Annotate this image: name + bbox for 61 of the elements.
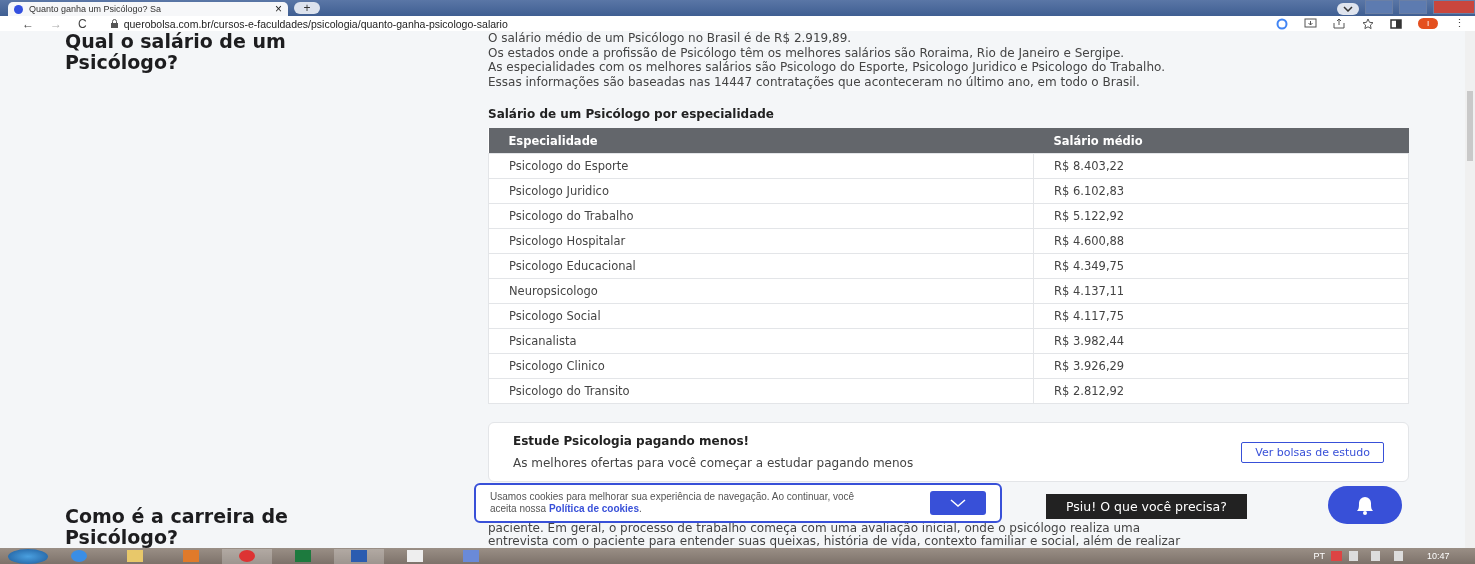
star-icon[interactable]: [1362, 17, 1374, 30]
new-tab-button[interactable]: +: [294, 2, 320, 14]
column-header: Especialidade: [488, 128, 1034, 154]
reload-button[interactable]: C: [78, 16, 87, 31]
accept-cookies-button[interactable]: [930, 491, 986, 515]
scholarships-button[interactable]: Ver bolsas de estudo: [1241, 441, 1384, 463]
table-cell: Psicologo Hospitalar: [488, 228, 1034, 254]
check-icon: [950, 499, 966, 507]
table-cell: R$ 3.982,44: [1033, 328, 1409, 354]
share-icon[interactable]: [1333, 18, 1346, 29]
column-header: Salário médio: [1033, 128, 1409, 154]
section-heading: Qual o salário de um Psicólogo?: [65, 31, 287, 75]
table-cell: Psicologo do Trabalho: [488, 203, 1034, 229]
table-cell: R$ 2.812,92: [1033, 378, 1409, 404]
section-heading: Como é a carreira de Psicólogo?: [65, 506, 289, 548]
table-cell: R$ 4.137,11: [1033, 278, 1409, 304]
table-cell: R$ 6.102,83: [1033, 178, 1409, 204]
site-favicon-icon: [14, 4, 23, 14]
paragraph-line: As especialidades com os melhores salários são Psicologo do Esporte, Psicologo Juridico e Psicologo do Trabalho.: [488, 60, 1166, 75]
start-button[interactable]: [8, 548, 48, 564]
scrollbar[interactable]: [1465, 31, 1475, 548]
paragraph-line: paciente. Em geral, o processo de trabalho começa com uma avaliação inicial, onde o psicólogo realiza uma: [488, 522, 1141, 535]
tab-title: Quanto ganha um Psicólogo? Sa: [29, 4, 163, 14]
table-cell: R$ 4.117,75: [1033, 303, 1409, 329]
table-cell: Psicologo Social: [488, 303, 1034, 329]
table-cell: R$ 4.349,75: [1033, 253, 1409, 279]
menu-button[interactable]: ⋮: [1454, 17, 1465, 30]
table-cell: Psicologo Clinico: [488, 353, 1034, 379]
promo-text: As melhores ofertas para você começar a estudar pagando menos: [513, 456, 914, 470]
help-button[interactable]: [1328, 486, 1402, 524]
table-cell: Psicologo do Esporte: [488, 153, 1034, 179]
browser-tab[interactable]: Quanto ganha um Psicólogo? Sa ×: [8, 2, 288, 16]
tab-search-button[interactable]: [1337, 3, 1359, 15]
paragraph-line: entrevista com o paciente para entender suas queixas, história de vida, contexto familiar e social, além de realizar: [488, 535, 1182, 548]
install-icon[interactable]: [1304, 18, 1317, 29]
side-panel-icon[interactable]: [1390, 18, 1402, 29]
help-tooltip: Psiu! O que você precisa?: [1046, 494, 1247, 519]
table-cell: R$ 5.122,92: [1033, 203, 1409, 229]
table-cell: Psicologo Juridico: [488, 178, 1034, 204]
table-cell: R$ 3.926,29: [1033, 353, 1409, 379]
back-button[interactable]: ←: [22, 16, 34, 31]
table-title: Salário de um Psicólogo por especialidade: [488, 107, 775, 121]
profile-avatar[interactable]: I: [1418, 18, 1438, 29]
clock[interactable]: 10:47: [1427, 551, 1467, 561]
chevron-down-icon: [1343, 6, 1353, 12]
paragraph-line: Essas informações são baseadas nas 14447 contratações que aconteceram no último ano, em todo o Brasil.: [488, 74, 1141, 89]
table-cell: Psicologo do Transito: [488, 378, 1034, 404]
table-cell: R$ 8.403,22: [1033, 153, 1409, 179]
paragraph-line: Os estados onde a profissão de Psicólogo têm os melhores salários são Roraima, Rio de Janeiro e Sergipe.: [488, 45, 1126, 60]
table-cell: R$ 4.600,88: [1033, 228, 1409, 254]
table-cell: Psicanalista: [488, 328, 1034, 354]
language-indicator[interactable]: PT: [1313, 551, 1325, 561]
cookie-text: Usamos cookies para melhorar sua experiência de navegação. Ao continuar, você aceita nossa Política de cookies.: [490, 491, 856, 515]
table-cell: Psicologo Educacional: [488, 253, 1034, 279]
close-tab-button[interactable]: ×: [275, 3, 282, 15]
table-cell: Neuropsicologo: [488, 278, 1034, 304]
promo-title: Estude Psicologia pagando menos!: [513, 434, 751, 448]
cookie-policy-link[interactable]: Política de cookies: [548, 503, 639, 514]
lock-icon: [110, 19, 118, 28]
address-bar[interactable]: querobolsa.com.br/cursos-e-faculdades/psicologia/quanto-ganha-psicologo-salario: [123, 17, 508, 30]
paragraph-line: O salário médio de um Psicólogo no Brasil é de R$ 2.919,89.: [488, 31, 853, 46]
